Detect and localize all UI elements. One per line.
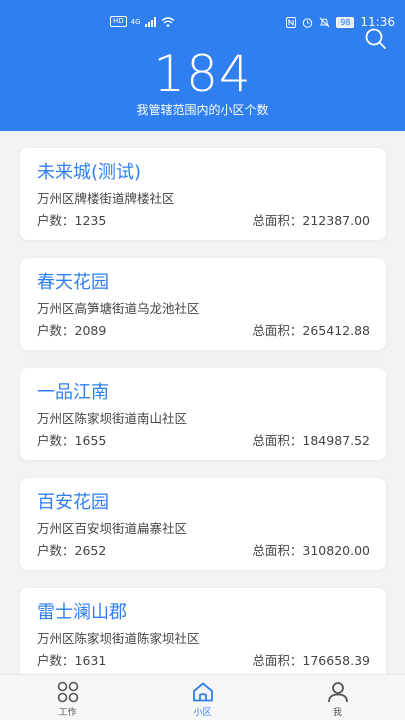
mute-icon	[319, 17, 330, 27]
community-name: 百安花园	[37, 492, 109, 513]
total-area: 总面积：176658.39	[252, 653, 370, 668]
wifi-icon	[161, 16, 174, 27]
total-area: 总面积：212387.00	[252, 213, 370, 228]
battery-indicator: 98	[336, 16, 355, 28]
count-caption: 我管辖范围内的小区个数	[136, 103, 269, 117]
bottom-tab-bar: 工作 小区 我	[0, 674, 405, 720]
community-card[interactable]: 未来城(测试) 万州区牌楼街道牌楼社区 户数：1235 总面积：212387.0…	[20, 148, 386, 240]
household-count: 户数：1631	[37, 653, 107, 668]
signal-icon	[144, 16, 156, 27]
community-name: 一品江南	[37, 382, 109, 403]
tab-label: 小区	[193, 708, 212, 718]
nfc-icon	[286, 16, 297, 28]
tab-label: 工作	[58, 708, 77, 718]
home-icon	[192, 682, 213, 702]
network-type: 4G	[130, 17, 141, 26]
community-address: 万州区百安坝街道扁寨社区	[37, 521, 188, 536]
total-area: 总面积：184987.52	[252, 433, 370, 448]
total-area: 总面积：265412.88	[252, 323, 370, 338]
community-address: 万州区高笋塘街道乌龙池社区	[37, 301, 200, 316]
household-count: 户数：1655	[37, 433, 107, 448]
community-count: 184	[153, 45, 252, 103]
tab-label: 我	[332, 708, 342, 718]
total-area: 总面积：310820.00	[252, 543, 370, 558]
community-name: 春天花园	[37, 272, 109, 293]
household-count: 户数：1235	[37, 213, 107, 228]
tab-me[interactable]: 我	[270, 675, 405, 720]
community-name: 未来城(测试)	[37, 162, 142, 183]
community-card[interactable]: 一品江南 万州区陈家坝街道南山社区 户数：1655 总面积：184987.52	[20, 368, 386, 460]
community-card[interactable]: 百安花园 万州区百安坝街道扁寨社区 户数：2652 总面积：310820.00	[20, 478, 386, 570]
community-address: 万州区陈家坝街道南山社区	[37, 411, 188, 426]
household-count: 户数：2089	[37, 323, 107, 338]
community-address: 万州区陈家坝街道陈家坝社区	[37, 631, 200, 646]
community-list: 未来城(测试) 万州区牌楼街道牌楼社区 户数：1235 总面积：212387.0…	[20, 148, 386, 698]
status-bar: HD 4G 98 11:36	[0, 0, 405, 30]
community-address: 万州区牌楼街道牌楼社区	[37, 191, 175, 206]
person-icon	[327, 682, 348, 703]
grid-icon	[57, 681, 78, 703]
community-card[interactable]: 春天花园 万州区高笋塘街道乌龙池社区 户数：2089 总面积：265412.88	[20, 258, 386, 350]
community-name: 雷士澜山郡	[37, 602, 127, 623]
hd-indicator: HD	[110, 16, 127, 27]
community-card[interactable]: 雷士澜山郡 万州区陈家坝街道陈家坝社区 户数：1631 总面积：176658.3…	[20, 588, 386, 680]
alarm-icon	[303, 17, 313, 28]
household-count: 户数：2652	[37, 543, 107, 558]
tab-community[interactable]: 小区	[135, 675, 270, 720]
header: HD 4G 98 11:36 184 我管辖范围内的小区个数	[0, 0, 405, 131]
tab-work[interactable]: 工作	[0, 675, 135, 720]
